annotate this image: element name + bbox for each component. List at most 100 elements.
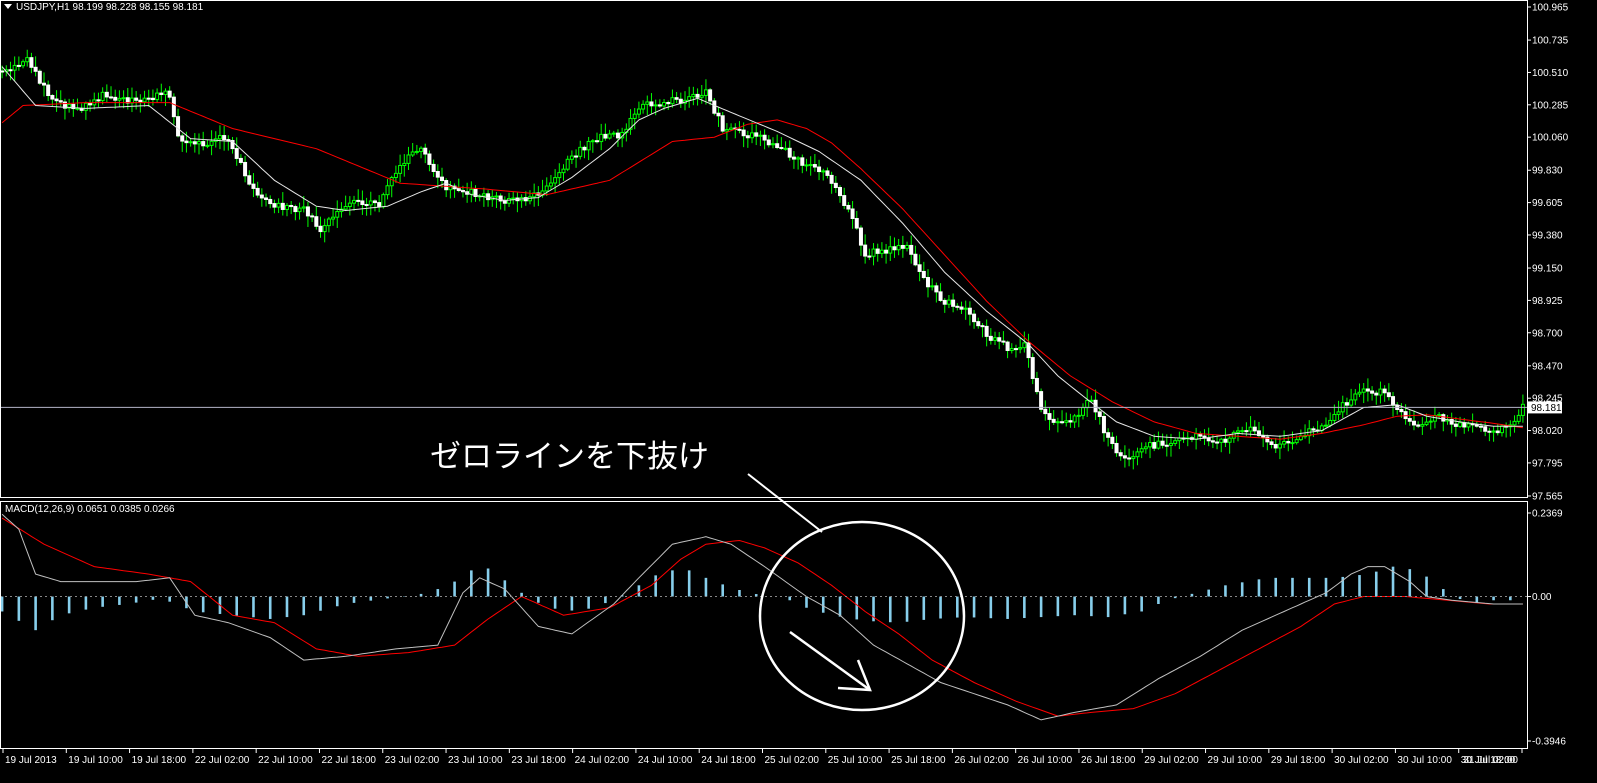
candle-body — [1273, 443, 1278, 449]
candle-body — [1043, 408, 1048, 415]
price-tick-label: 100.965 — [1532, 3, 1569, 14]
candle-body — [377, 202, 382, 208]
candle-body — [1353, 393, 1358, 401]
time-tick-label: 29 Jul 18:00 — [1271, 755, 1326, 766]
candle-body — [917, 264, 922, 272]
candle-body — [708, 89, 713, 102]
candle-body — [343, 205, 348, 210]
candle-body — [1382, 388, 1387, 394]
macd-tick-label: 0.00 — [1532, 592, 1552, 603]
candle-body — [486, 193, 491, 201]
candle-body — [900, 244, 905, 249]
candle-body — [398, 165, 403, 174]
candle-body — [775, 143, 780, 149]
candle-body — [1039, 391, 1044, 410]
candle-body — [850, 208, 855, 219]
candle-body — [561, 168, 566, 174]
candle-body — [1076, 414, 1081, 417]
candle-body — [1206, 437, 1211, 442]
candle-body — [439, 176, 444, 182]
candle-body — [1106, 432, 1111, 438]
candle-body — [1453, 423, 1458, 427]
candle-body — [674, 97, 679, 100]
candle-body — [750, 132, 755, 139]
time-tick-label: 19 Jul 2013 — [5, 755, 57, 766]
candle-body — [1349, 399, 1354, 406]
candle-body — [1231, 431, 1236, 439]
candle-body — [1365, 388, 1370, 392]
price-header: USDJPY,H1 98.199 98.228 98.155 98.181 — [16, 2, 204, 13]
candle-body — [264, 197, 269, 200]
candle-body — [41, 82, 46, 86]
candle-body — [444, 180, 449, 191]
price-tick-label: 98.925 — [1532, 296, 1563, 307]
candle-body — [146, 97, 151, 100]
candle-body — [846, 204, 851, 210]
candle-body — [1403, 411, 1408, 420]
candle-body — [934, 285, 939, 293]
candle-body — [925, 277, 930, 288]
candle-body — [347, 202, 352, 207]
candle-body — [569, 155, 574, 160]
candle-body — [1479, 425, 1484, 428]
time-tick-label: 25 Jul 02:00 — [765, 755, 820, 766]
candle-body — [1005, 341, 1010, 351]
candle-body — [1148, 442, 1153, 448]
candle-body — [662, 102, 667, 107]
candle-body — [1097, 411, 1102, 417]
price-tick-label: 98.470 — [1532, 361, 1563, 372]
candle-body — [574, 155, 579, 158]
candle-body — [406, 154, 411, 164]
candle-body — [1168, 442, 1173, 446]
candle-body — [758, 134, 763, 137]
candle-body — [289, 204, 294, 208]
candle-body — [770, 143, 775, 146]
candle-body — [1483, 426, 1488, 432]
candle-body — [967, 307, 972, 315]
candle-body — [1391, 396, 1396, 406]
candle-body — [1122, 455, 1127, 459]
candle-body — [511, 197, 516, 200]
price-tick-label: 97.795 — [1532, 458, 1563, 469]
candle-body — [548, 182, 553, 187]
candle-body — [21, 61, 26, 67]
candle-body — [884, 249, 889, 254]
candle-body — [670, 97, 675, 105]
candle-body — [507, 198, 512, 204]
time-tick-label: 25 Jul 10:00 — [828, 755, 883, 766]
candle-body — [1386, 392, 1391, 398]
candle-body — [293, 206, 298, 213]
candle-body — [930, 285, 935, 288]
candle-body — [913, 253, 918, 266]
candle-body — [666, 102, 671, 105]
candle-body — [268, 198, 273, 205]
candle-body — [1491, 430, 1496, 433]
price-tick-label: 99.150 — [1532, 264, 1563, 275]
candle-body — [197, 141, 202, 145]
annotation-text: ゼロラインを下抜け — [430, 439, 709, 475]
candle-body — [83, 102, 88, 111]
candle-body — [134, 97, 139, 101]
candle-body — [1282, 441, 1287, 445]
candle-body — [1286, 441, 1291, 444]
candle-body — [804, 164, 809, 167]
candle-body — [1378, 388, 1383, 396]
candle-body — [1164, 444, 1169, 447]
candle-body — [1236, 430, 1241, 433]
candle-body — [687, 96, 692, 101]
time-tick-label: 25 Jul 18:00 — [891, 755, 946, 766]
time-tick-label: 29 Jul 02:00 — [1144, 755, 1199, 766]
candle-body — [754, 132, 759, 137]
candle-body — [1323, 424, 1328, 427]
candle-body — [209, 140, 214, 146]
candle-body — [863, 244, 868, 257]
time-tick-label: 26 Jul 10:00 — [1018, 755, 1073, 766]
candle-body — [1068, 420, 1073, 423]
candle-body — [192, 141, 197, 145]
candle-body — [402, 162, 407, 167]
candle-body — [322, 225, 327, 233]
candle-body — [272, 203, 277, 208]
candle-body — [372, 200, 377, 204]
candle-body — [791, 156, 796, 160]
candle-body — [1030, 357, 1035, 379]
